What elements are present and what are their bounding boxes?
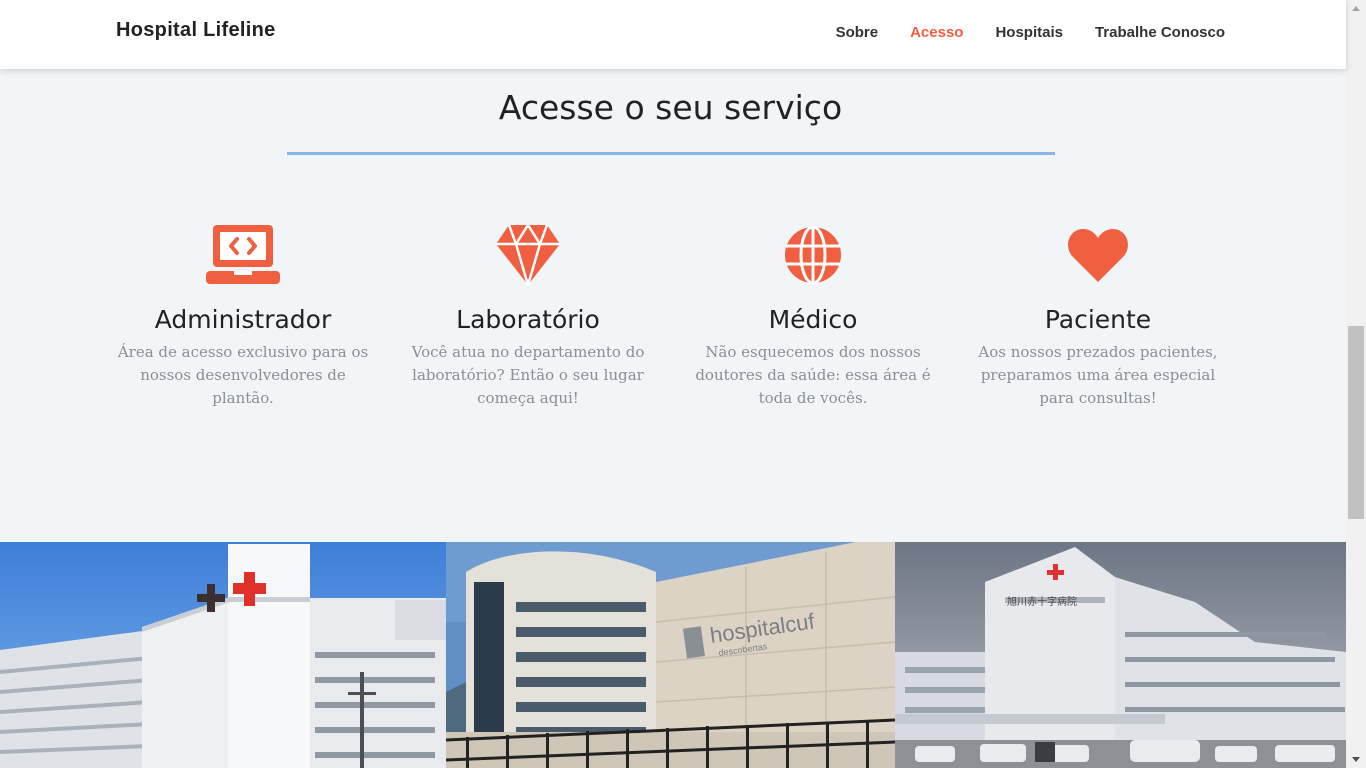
nav-link-hospitais[interactable]: Hospitais (995, 24, 1063, 41)
section-title: Acesse o seu serviço (498, 88, 843, 127)
section-divider (287, 152, 1055, 155)
heart-icon (953, 222, 1243, 288)
service-title: Administrador (154, 305, 332, 334)
hospital-photo-2[interactable]: hospitalcuf descobertas (446, 542, 895, 768)
hospital-photo-3[interactable]: 旭川赤十字病院 (895, 542, 1346, 768)
service-description: Aos nossos prezados pacientes, preparamo… (978, 343, 1218, 407)
service-medico[interactable]: Médico Não esquecemos dos nossos doutore… (668, 222, 958, 410)
service-administrador[interactable]: Administrador Área de acesso exclusivo p… (98, 222, 388, 410)
page-scrollbar[interactable] (1346, 0, 1366, 768)
hospital-photo-1[interactable] (0, 542, 446, 768)
service-paciente[interactable]: Paciente Aos nossos prezados pacientes, … (953, 222, 1243, 410)
service-description: Você atua no departamento do laboratório… (411, 343, 645, 407)
nav-link-sobre[interactable]: Sobre (836, 24, 879, 41)
scrollbar-thumb[interactable] (1348, 326, 1364, 519)
navbar: Hospital Lifeline Sobre Acesso Hospitais… (0, 0, 1346, 69)
laptop-code-icon (98, 222, 388, 288)
diamond-icon (383, 222, 673, 288)
nav-link-acesso[interactable]: Acesso (910, 24, 963, 41)
nav-item-acesso: Acesso (910, 22, 963, 41)
service-title: Médico (768, 305, 858, 334)
nav-item-sobre: Sobre (836, 22, 879, 41)
service-title: Laboratório (456, 305, 600, 334)
service-description: Área de acesso exclusivo para os nossos … (117, 343, 369, 407)
nav-item-trabalhe-conosco: Trabalhe Conosco (1095, 22, 1225, 41)
service-laboratorio[interactable]: Laboratório Você atua no departamento do… (383, 222, 673, 410)
hospital-sign-text: 旭川赤十字病院 (1007, 595, 1077, 608)
brand-link[interactable]: Hospital Lifeline (116, 19, 276, 42)
nav-item-hospitais: Hospitais (995, 22, 1063, 41)
hospital-gallery: hospitalcuf descobertas 旭川赤十字病院 (0, 542, 1346, 768)
scroll-down-arrow-icon[interactable] (1352, 757, 1360, 762)
service-description: Não esquecemos dos nossos doutores da sa… (695, 343, 931, 407)
nav-menu: Sobre Acesso Hospitais Trabalhe Conosco (836, 22, 1225, 41)
globe-icon (668, 222, 958, 288)
nav-link-trabalhe-conosco[interactable]: Trabalhe Conosco (1095, 24, 1225, 41)
service-title: Paciente (1044, 305, 1152, 334)
scroll-up-arrow-icon[interactable] (1352, 6, 1360, 11)
